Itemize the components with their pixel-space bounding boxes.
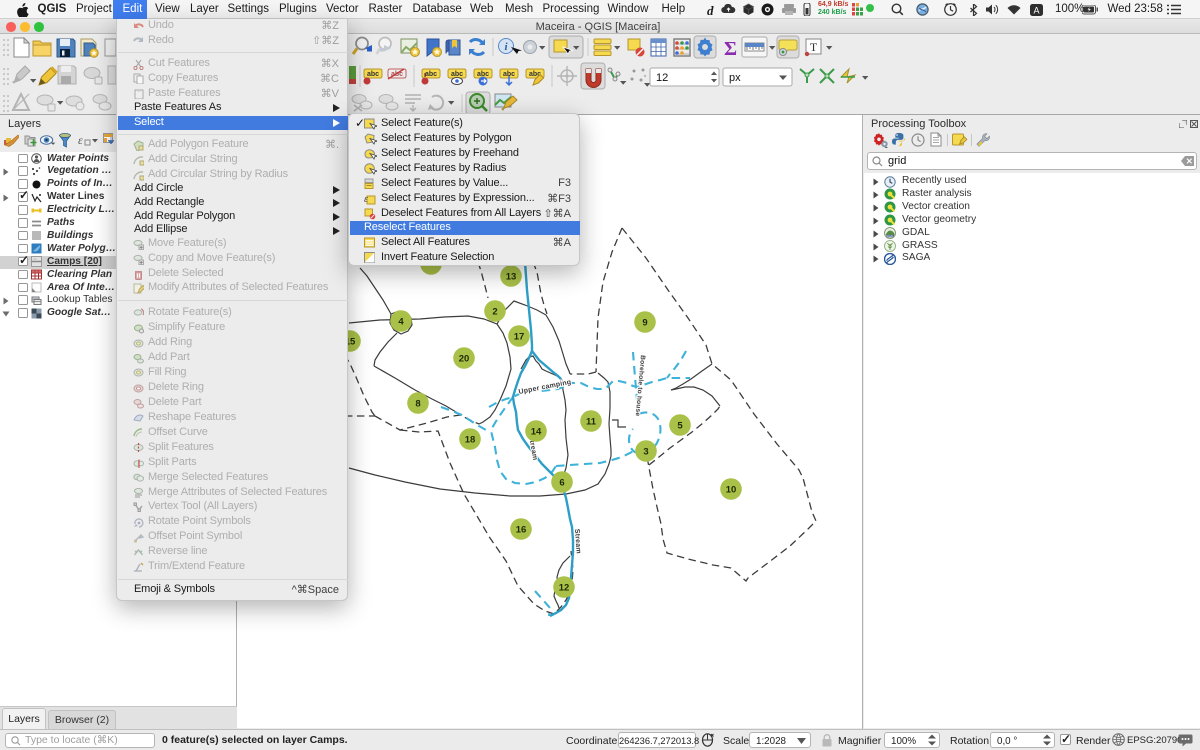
svg-text:abc: abc: [367, 71, 379, 78]
svg-text:abc: abc: [451, 71, 463, 78]
svg-text:13: 13: [506, 271, 517, 282]
svg-text:16: 16: [516, 524, 527, 535]
svg-text:4: 4: [398, 316, 404, 327]
svg-text:abc: abc: [425, 71, 437, 78]
svg-text:9: 9: [642, 317, 647, 328]
svg-text:8: 8: [415, 398, 420, 409]
svg-text:A: A: [1033, 5, 1039, 15]
svg-text:abc: abc: [391, 71, 403, 78]
svg-text:11: 11: [586, 416, 597, 427]
svg-text:ε: ε: [364, 194, 368, 205]
svg-text:T: T: [810, 40, 818, 54]
svg-text:20: 20: [459, 353, 470, 364]
svg-text:17: 17: [514, 331, 525, 342]
svg-text:10: 10: [726, 484, 737, 495]
svg-text:Stream: Stream: [573, 529, 582, 554]
svg-text:18: 18: [465, 434, 476, 445]
svg-text:6: 6: [559, 477, 564, 488]
svg-text:2: 2: [492, 306, 497, 317]
svg-text:12: 12: [559, 582, 570, 593]
svg-text:Σ: Σ: [724, 38, 737, 60]
svg-text:ε: ε: [78, 134, 83, 147]
svg-text:14: 14: [531, 426, 542, 437]
svg-text:GDAL: GDAL: [886, 234, 895, 238]
svg-text:5: 5: [677, 420, 683, 431]
svg-text:3: 3: [643, 446, 648, 457]
svg-text:px: px: [729, 72, 741, 84]
svg-text:12: 12: [656, 72, 668, 84]
